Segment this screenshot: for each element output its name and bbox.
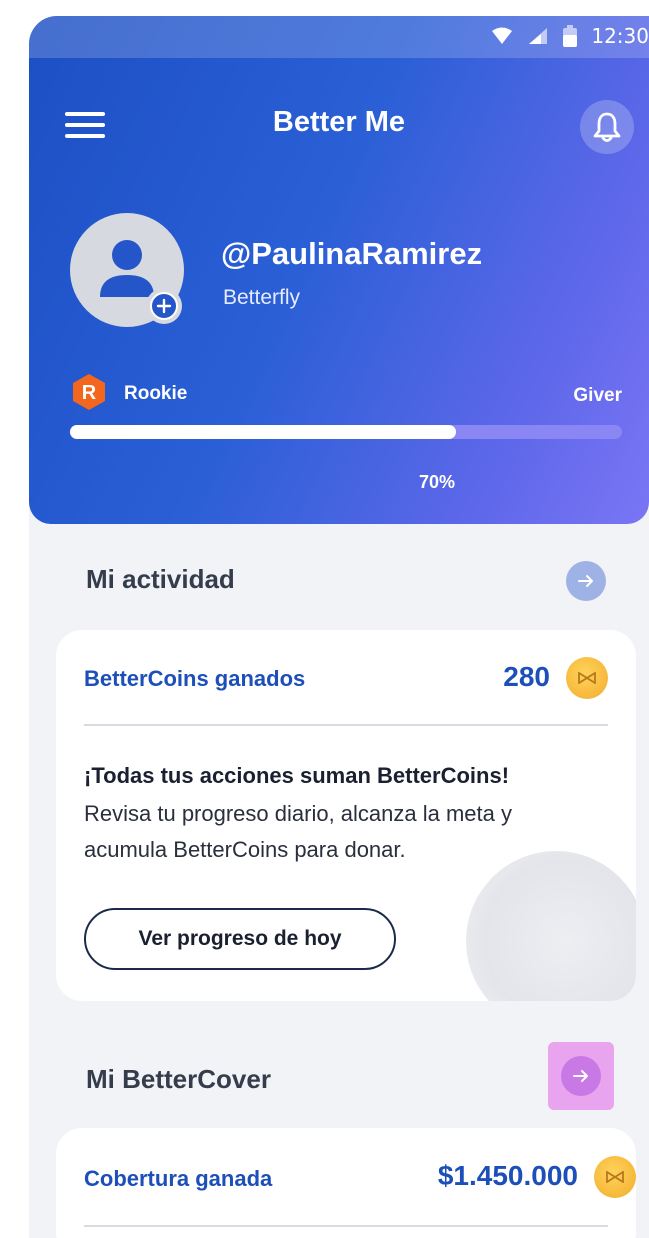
activity-section-title: Mi actividad: [86, 564, 235, 594]
bell-icon: [593, 112, 621, 142]
add-photo-button[interactable]: [146, 288, 182, 324]
coins-label: BetterCoins ganados: [84, 666, 306, 691]
arrow-right-icon: [578, 575, 593, 587]
coin-icon: [566, 657, 608, 699]
company-name: Betterfly: [223, 286, 301, 309]
bettercover-card: Cobertura ganada $1.450.000: [56, 1128, 636, 1238]
level-label: Rookie: [124, 383, 188, 404]
coins-value: 280: [503, 661, 550, 692]
username: @PaulinaRamirez: [221, 236, 483, 271]
coverage-label: Cobertura ganada: [84, 1166, 273, 1191]
status-time: 12:30: [591, 24, 649, 48]
card-divider: [84, 724, 608, 726]
promo-title: ¡Todas tus acciones suman BetterCoins!: [84, 763, 510, 788]
progress-percent: 70%: [419, 472, 456, 492]
card-divider: [84, 1225, 608, 1227]
cover-arrow-circle: [561, 1056, 601, 1096]
rookie-badge-icon: R: [72, 373, 106, 411]
coverage-value: $1.450.000: [437, 1160, 578, 1191]
svg-text:R: R: [82, 382, 97, 404]
bettercoins-card: BetterCoins ganados 280 ¡Todas tus accio…: [56, 630, 636, 1001]
next-level-label: Giver: [573, 385, 622, 406]
arrow-right-icon: [573, 1070, 588, 1082]
status-bar: 12:30: [29, 16, 649, 58]
cover-section-title: Mi BetterCover: [86, 1064, 271, 1094]
profile-header: 12:30 Better Me @PaulinaRamirez Betterfl…: [29, 16, 649, 524]
view-progress-button[interactable]: Ver progreso de hoy: [84, 908, 396, 970]
plus-circle-icon: [150, 292, 178, 320]
battery-icon: [563, 25, 578, 47]
activity-arrow-button[interactable]: [566, 561, 606, 601]
cover-arrow-button[interactable]: [548, 1042, 614, 1110]
phone-screen: 12:30 Better Me @PaulinaRamirez Betterfl…: [29, 16, 649, 1238]
coin-watermark-icon: [466, 851, 636, 1001]
wifi-icon: [492, 27, 513, 44]
notifications-button[interactable]: [580, 100, 634, 154]
level-progress-bar: [70, 425, 622, 439]
app-title: Better Me: [272, 106, 406, 138]
status-icons: 12:30: [491, 24, 649, 48]
coin-icon: [594, 1156, 636, 1198]
level-progress-fill: [70, 425, 457, 439]
signal-icon: [529, 28, 548, 44]
promo-body: Revisa tu progreso diario, alcanza la me…: [84, 801, 512, 862]
avatar[interactable]: [70, 213, 184, 327]
